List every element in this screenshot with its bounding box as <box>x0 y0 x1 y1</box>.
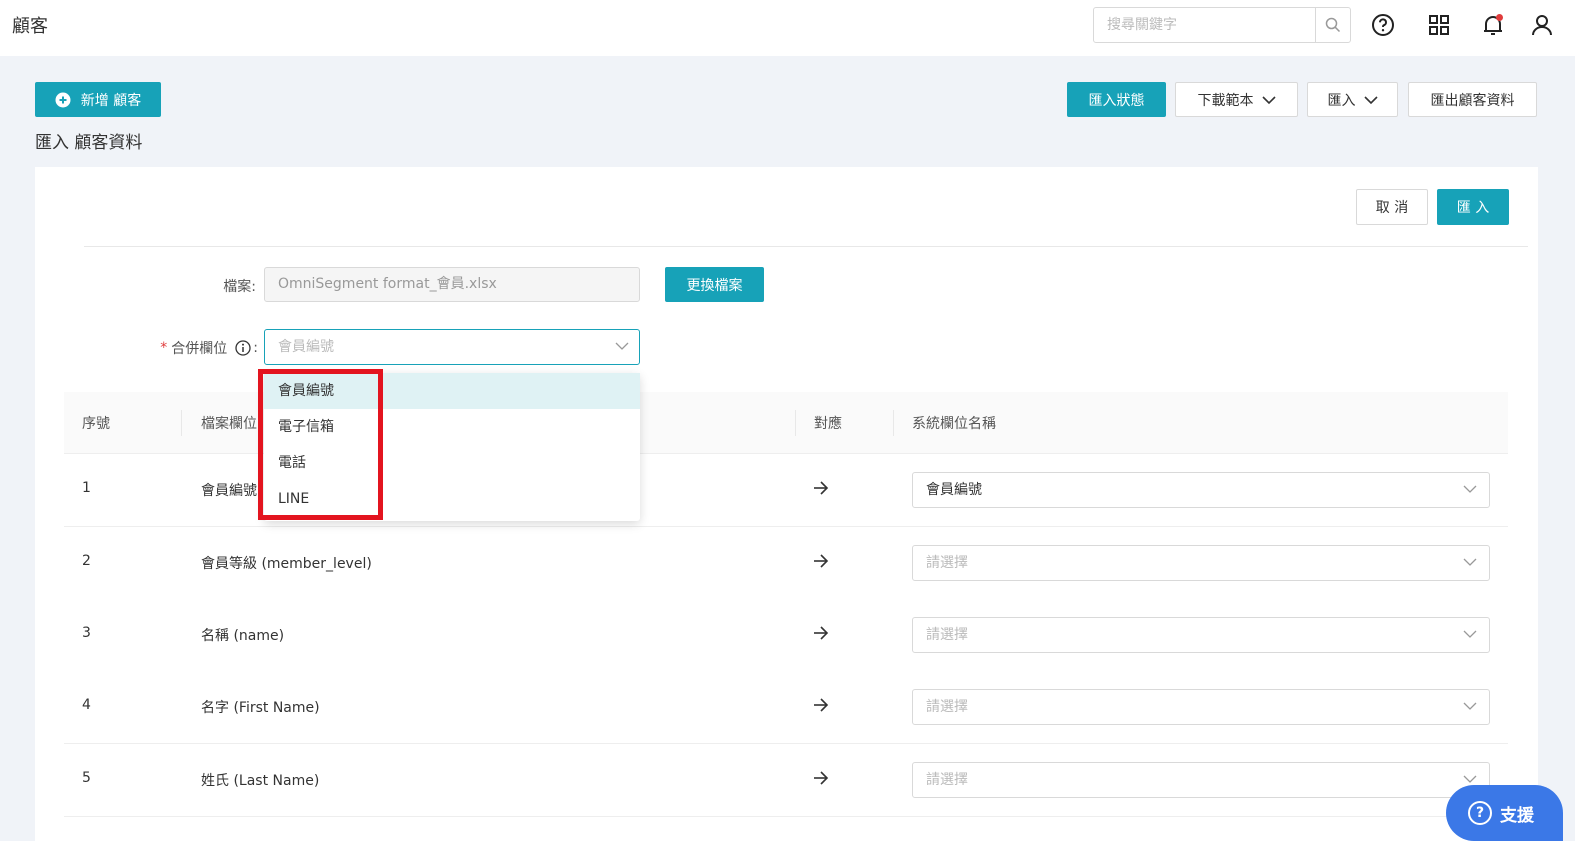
system-field-placeholder: 請選擇 <box>926 772 968 788</box>
divider <box>84 246 1528 247</box>
info-icon[interactable] <box>235 340 251 356</box>
row-file-field: 會員編號 <box>201 483 257 499</box>
search-input[interactable] <box>1094 8 1316 42</box>
row-index: 3 <box>82 625 91 641</box>
system-field-value: 會員編號 <box>926 482 982 498</box>
change-file-button[interactable]: 更換檔案 <box>665 267 764 302</box>
row-file-field: 會員等級 (member_level) <box>201 556 372 572</box>
add-customer-button[interactable]: 新增 顧客 <box>35 82 161 117</box>
system-field-placeholder: 請選擇 <box>926 699 968 715</box>
download-template-label: 下載範本 <box>1197 92 1254 109</box>
column-header-file-field: 檔案欄位 <box>201 416 257 432</box>
row-index: 4 <box>82 697 91 713</box>
import-status-button[interactable]: 匯入狀態 <box>1067 82 1166 117</box>
support-button[interactable]: ? 支援 <box>1446 785 1563 841</box>
search-button[interactable] <box>1315 8 1350 42</box>
page-title: 顧客 <box>12 16 48 37</box>
merge-field-label-group: * 合併欄位 : <box>140 338 258 358</box>
column-separator <box>181 410 182 436</box>
row-index: 1 <box>82 480 91 496</box>
apps-button[interactable] <box>1426 12 1452 38</box>
merge-field-select[interactable]: 會員編號 <box>264 329 640 365</box>
cancel-button[interactable]: 取 消 <box>1356 189 1428 225</box>
arrow-right-icon <box>814 771 829 785</box>
table-row: 4 名字 (First Name) 請選擇 <box>64 671 1508 744</box>
file-field: OmniSegment format_會員.xlsx <box>264 267 640 302</box>
chevron-down-icon <box>1463 702 1477 710</box>
user-button[interactable] <box>1529 12 1555 38</box>
chevron-down-icon <box>1463 558 1477 566</box>
cancel-label: 取 消 <box>1375 200 1409 216</box>
system-field-select[interactable]: 會員編號 <box>912 472 1490 508</box>
table-row: 2 會員等級 (member_level) 請選擇 <box>64 527 1508 600</box>
notification-button[interactable] <box>1480 12 1506 38</box>
search-box <box>1093 7 1351 43</box>
row-index: 5 <box>82 770 91 786</box>
import-submit-button[interactable]: 匯 入 <box>1437 189 1509 225</box>
column-header-index: 序號 <box>82 416 110 432</box>
import-status-label: 匯入狀態 <box>1088 92 1145 109</box>
plus-circle-icon <box>55 92 71 107</box>
file-label: 檔案: <box>223 279 256 295</box>
top-bar: 顧客 <box>0 0 1575 56</box>
arrow-right-icon <box>814 481 829 495</box>
table-row: 5 姓氏 (Last Name) 請選擇 <box>64 744 1508 817</box>
help-button[interactable] <box>1370 12 1396 38</box>
help-icon <box>1372 14 1394 36</box>
column-separator <box>893 410 894 436</box>
merge-field-placeholder: 會員編號 <box>278 339 334 355</box>
arrow-right-icon <box>814 698 829 712</box>
column-header-system-field: 系統欄位名稱 <box>912 416 996 432</box>
arrow-right-icon <box>814 626 829 640</box>
merge-field-colon: : <box>253 340 258 356</box>
page-subtitle: 匯入 顧客資料 <box>35 133 143 153</box>
row-index: 2 <box>82 553 91 569</box>
question-icon: ? <box>1468 801 1492 825</box>
highlight-box <box>258 369 383 520</box>
chevron-down-icon <box>1363 95 1378 104</box>
user-icon <box>1532 15 1552 36</box>
required-mark: * <box>160 340 168 356</box>
change-file-label: 更換檔案 <box>686 277 743 294</box>
system-field-placeholder: 請選擇 <box>926 627 968 643</box>
search-icon <box>1325 17 1341 33</box>
chevron-down-icon <box>615 342 629 350</box>
import-dropdown-label: 匯入 <box>1327 92 1356 109</box>
system-field-select[interactable]: 請選擇 <box>912 617 1490 653</box>
column-separator <box>795 410 796 436</box>
system-field-select[interactable]: 請選擇 <box>912 689 1490 725</box>
arrow-right-icon <box>814 554 829 568</box>
system-field-placeholder: 請選擇 <box>926 555 968 571</box>
grid-icon <box>1429 15 1449 35</box>
chevron-down-icon <box>1463 485 1477 493</box>
import-submit-label: 匯 入 <box>1456 200 1490 216</box>
export-customers-label: 匯出顧客資料 <box>1430 92 1515 109</box>
download-template-button[interactable]: 下載範本 <box>1175 82 1298 117</box>
export-customers-button[interactable]: 匯出顧客資料 <box>1408 82 1537 117</box>
row-file-field: 姓氏 (Last Name) <box>201 773 320 789</box>
column-header-mapping: 對應 <box>814 416 842 432</box>
chevron-down-icon <box>1261 95 1276 104</box>
chevron-down-icon <box>1463 630 1477 638</box>
import-dropdown-button[interactable]: 匯入 <box>1307 82 1398 117</box>
merge-field-label: 合併欄位 <box>171 341 228 357</box>
support-label: 支援 <box>1500 805 1534 826</box>
add-customer-label: 新增 顧客 <box>80 92 142 109</box>
chevron-down-icon <box>1463 775 1477 783</box>
table-row: 3 名稱 (name) 請選擇 <box>64 599 1508 672</box>
system-field-select[interactable]: 請選擇 <box>912 545 1490 581</box>
system-field-select[interactable]: 請選擇 <box>912 762 1490 798</box>
row-file-field: 名稱 (name) <box>201 628 285 644</box>
row-file-field: 名字 (First Name) <box>201 700 320 716</box>
bell-icon <box>1484 14 1503 35</box>
